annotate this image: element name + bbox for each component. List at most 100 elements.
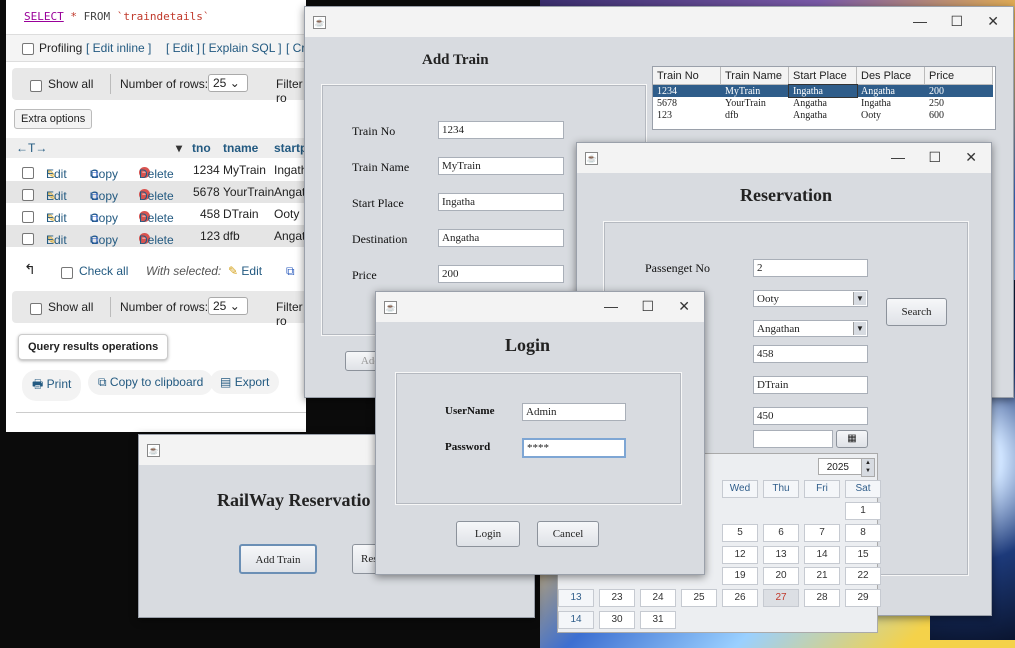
calendar-day[interactable]: 6 [763, 524, 799, 542]
maximize-icon[interactable]: ☐ [641, 298, 654, 315]
date-field[interactable] [753, 430, 833, 448]
column-header-price[interactable]: Price [924, 67, 993, 85]
column-header-train-name[interactable]: Train Name [720, 67, 789, 85]
num-rows-select[interactable]: 25 ⌄ [208, 297, 248, 315]
calendar-day[interactable]: 13 [558, 589, 594, 607]
check-all-link[interactable]: Check all [79, 264, 128, 278]
calendar-day[interactable]: 26 [722, 589, 758, 607]
calendar-icon[interactable]: ▦ [836, 430, 868, 448]
column-header-startp[interactable]: startp [274, 141, 306, 155]
calendar-day[interactable]: 31 [640, 611, 676, 629]
row-delete-link[interactable]: Delete [139, 233, 174, 247]
table-cell[interactable]: Angatha [789, 97, 857, 109]
start-place-field[interactable]: Ingatha [438, 193, 564, 211]
copy-icon[interactable]: ⧉ [286, 264, 295, 279]
year-spinner[interactable]: 2025 [818, 458, 864, 475]
train-name-field[interactable]: DTrain [753, 376, 868, 394]
show-all-checkbox[interactable] [30, 79, 42, 92]
column-arrows[interactable]: ←T→ [16, 141, 47, 155]
calendar-day[interactable]: 5 [722, 524, 758, 542]
table-cell[interactable]: Ingatha [857, 97, 925, 109]
column-header-start-place[interactable]: Start Place [788, 67, 857, 85]
profiling-checkbox[interactable] [22, 42, 34, 55]
table-cell[interactable]: 250 [925, 97, 993, 109]
calendar-day[interactable]: 8 [845, 524, 881, 542]
calendar-day[interactable]: 29 [845, 589, 881, 607]
search-button[interactable]: Search [886, 298, 947, 326]
cancel-button[interactable]: Cancel [537, 521, 599, 547]
table-cell[interactable]: 1234 [653, 84, 721, 97]
train-name-field[interactable]: MyTrain [438, 157, 564, 175]
calendar-day[interactable]: 14 [558, 611, 594, 629]
table-cell[interactable]: Angatha [856, 84, 925, 97]
table-row[interactable]: 1234 MyTrain Ingatha Angatha 200 [653, 83, 993, 98]
table-cell[interactable]: YourTrain [721, 97, 789, 109]
row-edit-link[interactable]: Edit [46, 233, 67, 247]
row-copy-link[interactable]: Copy [90, 233, 118, 247]
maximize-icon[interactable]: ☐ [950, 13, 963, 30]
calendar-day[interactable]: 24 [640, 589, 676, 607]
table-cell[interactable]: dfb [721, 109, 789, 121]
row-copy-link[interactable]: Copy [90, 167, 118, 181]
calendar-day[interactable]: 7 [804, 524, 840, 542]
calendar-day[interactable]: 30 [599, 611, 635, 629]
table-cell[interactable]: 600 [925, 109, 993, 121]
row-copy-link[interactable]: Copy [90, 211, 118, 225]
row-checkbox[interactable] [22, 189, 34, 201]
password-field[interactable]: **** [522, 438, 626, 458]
row-checkbox[interactable] [22, 211, 34, 223]
table-cell-editing[interactable]: Ingatha [787, 83, 858, 98]
sort-caret-icon[interactable]: ▾ [176, 141, 182, 155]
maximize-icon[interactable]: ☐ [928, 149, 941, 166]
close-icon[interactable]: ✕ [987, 13, 999, 30]
minimize-icon[interactable]: — [604, 298, 618, 314]
edit-link[interactable]: [ Edit ] [166, 41, 200, 55]
spinner-arrows-icon[interactable]: ▲ ▼ [861, 458, 875, 477]
price-field[interactable]: 200 [438, 265, 564, 283]
table-cell[interactable]: Angatha [789, 109, 857, 121]
row-checkbox[interactable] [22, 167, 34, 179]
calendar-day[interactable]: 15 [845, 546, 881, 564]
calendar-day[interactable]: 21 [804, 567, 840, 585]
to-combo[interactable]: Angathan ▼ [753, 320, 868, 337]
row-checkbox[interactable] [22, 233, 34, 245]
num-rows-select[interactable]: 25 ⌄ [208, 74, 248, 92]
show-all-checkbox[interactable] [30, 302, 42, 315]
close-icon[interactable]: ✕ [678, 298, 690, 315]
extra-options-button[interactable]: Extra options [14, 109, 93, 129]
table-cell[interactable]: MyTrain [720, 84, 789, 97]
copy-clipboard-button[interactable]: ⧉ Copy to clipboard [88, 370, 214, 395]
calendar-day[interactable]: 14 [804, 546, 840, 564]
passenger-no-field[interactable]: 2 [753, 259, 868, 277]
edit-inline-link[interactable]: [ Edit inline ] [86, 41, 151, 55]
login-button[interactable]: Login [456, 521, 520, 547]
table-cell[interactable]: Ooty [857, 109, 925, 121]
create-php-link[interactable]: [ Create PHP [286, 41, 306, 55]
row-copy-link[interactable]: Copy [90, 189, 118, 203]
close-icon[interactable]: ✕ [965, 149, 977, 166]
with-selected-edit-link[interactable]: Edit [241, 264, 262, 278]
table-cell[interactable]: 5678 [653, 97, 721, 109]
row-edit-link[interactable]: Edit [46, 211, 67, 225]
train-no-field[interactable]: 458 [753, 345, 868, 363]
calendar-day[interactable]: 27 [763, 589, 799, 607]
print-button[interactable]: 🖶 Print [22, 370, 82, 401]
check-all-checkbox[interactable] [61, 266, 73, 279]
calendar-day[interactable]: 12 [722, 546, 758, 564]
train-no-field[interactable]: 1234 [438, 121, 564, 139]
minimize-icon[interactable]: — [891, 149, 905, 165]
from-combo[interactable]: Ooty ▼ [753, 290, 868, 307]
column-header-tno[interactable]: tno [192, 141, 211, 155]
export-button[interactable]: ▤ Export [210, 370, 280, 394]
calendar-day[interactable]: 28 [804, 589, 840, 607]
calendar-day[interactable]: 22 [845, 567, 881, 585]
table-row[interactable]: 5678 YourTrain Angatha Ingatha 250 [653, 97, 993, 109]
column-header-des-place[interactable]: Des Place [856, 67, 925, 85]
calendar-day[interactable]: 19 [722, 567, 758, 585]
table-cell[interactable]: 123 [653, 109, 721, 121]
username-field[interactable]: Admin [522, 403, 626, 421]
price-field[interactable]: 450 [753, 407, 868, 425]
minimize-icon[interactable]: — [913, 13, 927, 29]
table-cell[interactable]: 200 [924, 84, 993, 97]
column-header-tname[interactable]: tname [223, 141, 258, 155]
